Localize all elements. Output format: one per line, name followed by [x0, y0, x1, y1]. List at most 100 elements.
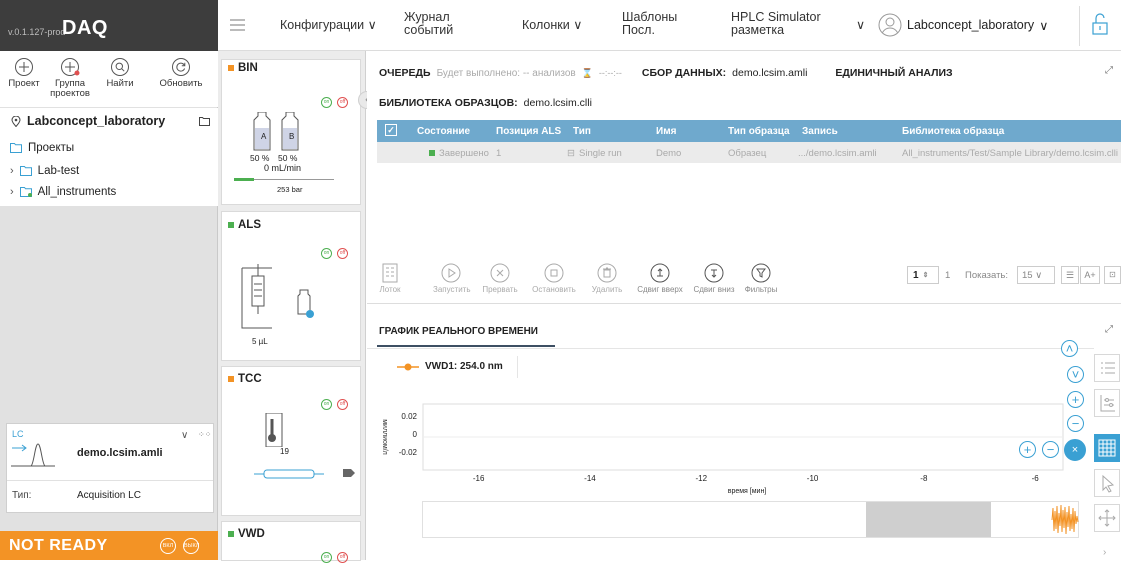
- zoom-in-x-button[interactable]: +: [1019, 441, 1036, 458]
- grid-toggle-button[interactable]: [1094, 434, 1120, 462]
- filters-button[interactable]: Фильтры: [741, 263, 781, 294]
- tray-button[interactable]: Лоток: [377, 263, 403, 294]
- delete-button[interactable]: Удалить: [587, 263, 627, 294]
- tree-header-label: Проекты: [28, 142, 75, 154]
- new-project-group-button[interactable]: Группа проектов: [48, 57, 92, 99]
- move-up-button[interactable]: Сдвиг вверх: [635, 263, 685, 294]
- zoom-out-x-button[interactable]: −: [1042, 441, 1059, 458]
- realtime-tab[interactable]: ГРАФИК РЕАЛЬНОГО ВРЕМЕНИ: [379, 326, 538, 342]
- chevron-down-icon[interactable]: ∨: [181, 430, 188, 441]
- time-overview[interactable]: [422, 501, 1079, 538]
- expand-icon[interactable]: ⤢: [1105, 65, 1113, 76]
- tree-item-all-instruments[interactable]: › All_instruments: [10, 186, 116, 198]
- als-on-button[interactable]: on: [321, 248, 332, 259]
- tag-icon[interactable]: [343, 468, 355, 478]
- user-menu[interactable]: Labconcept_laboratory ∨: [878, 13, 1048, 37]
- columns-button[interactable]: ☰: [1061, 266, 1079, 284]
- export-button[interactable]: ⊡: [1104, 266, 1121, 284]
- unlock-icon[interactable]: [1092, 12, 1108, 36]
- axis-settings-button[interactable]: [1094, 389, 1120, 417]
- nav-columns[interactable]: Колонки ∨: [522, 19, 582, 32]
- folder-edit-icon[interactable]: [199, 116, 210, 126]
- new-project-button[interactable]: Проект: [6, 57, 42, 89]
- queue-title: ОЧЕРЕДЬ: [379, 67, 431, 79]
- column-header[interactable]: Позиция ALS: [496, 126, 561, 137]
- move-down-button[interactable]: Сдвиг вниз: [689, 263, 739, 294]
- vwd-module[interactable]: VWD on off: [221, 521, 361, 563]
- tcc-on-button[interactable]: on: [321, 399, 332, 410]
- zoom-in-y-button[interactable]: +: [1067, 391, 1084, 408]
- plus-circle-icon: [61, 58, 80, 76]
- chevron-down-icon: ∨: [1035, 270, 1043, 281]
- pan-tool-button[interactable]: [1094, 504, 1120, 532]
- column-header[interactable]: Состояние: [417, 126, 470, 137]
- scroll-down-button[interactable]: ˅: [1067, 366, 1084, 383]
- nav-hplc-label: HPLC Simulator разметка: [731, 10, 821, 37]
- refresh-button[interactable]: Обновить: [156, 57, 206, 89]
- tcc-module[interactable]: TCC on off 19: [221, 366, 361, 516]
- table-row[interactable]: Завершено 1 ⊟ Single run Demo Образец ..…: [377, 142, 1121, 163]
- start-button[interactable]: Запустить: [433, 263, 471, 294]
- als-off-button[interactable]: off: [337, 248, 348, 259]
- action-label: Группа проектов: [50, 78, 90, 99]
- column-header[interactable]: Библиотека образца: [902, 126, 1004, 137]
- toolbar-label: Остановить: [532, 285, 576, 294]
- stepper-icon[interactable]: ⇕: [923, 271, 929, 279]
- bin-on-button[interactable]: on: [321, 97, 332, 108]
- font-size-button[interactable]: A+: [1080, 266, 1100, 284]
- tree-header[interactable]: Проекты: [10, 142, 74, 154]
- column-header[interactable]: Тип образца: [728, 126, 790, 137]
- cursor-icon: [1102, 474, 1115, 493]
- queue-pending: Будет выполнено: -- анализов: [436, 67, 576, 79]
- bin-module[interactable]: BIN on off A B 50 % 50 % 0 mL/min 253 ba…: [221, 59, 361, 205]
- chevron-right-icon[interactable]: ›: [10, 165, 14, 177]
- status-on-button[interactable]: ВКЛ: [160, 538, 176, 554]
- tcc-off-button[interactable]: off: [337, 399, 348, 410]
- overview-window[interactable]: [866, 502, 991, 537]
- tree-item-lab-test[interactable]: › Lab-test: [10, 165, 79, 177]
- find-button[interactable]: Найти: [102, 57, 138, 89]
- vwd-on-button[interactable]: on: [321, 552, 332, 563]
- status-off-button[interactable]: ВЫКЛ: [183, 538, 199, 554]
- pointer-tool-button[interactable]: [1094, 469, 1120, 497]
- scroll-up-button[interactable]: ˄: [1061, 340, 1078, 357]
- column-header[interactable]: Тип: [573, 126, 591, 137]
- cell-sample-type: Образец: [728, 148, 767, 159]
- hamburger-menu-icon[interactable]: [230, 19, 245, 31]
- queue-timer: --:--:--: [598, 68, 622, 78]
- nav-hplc-layout[interactable]: HPLC Simulator разметка: [731, 11, 831, 37]
- abort-button[interactable]: Прервать: [480, 263, 520, 294]
- select-all-checkbox[interactable]: ✓: [385, 124, 397, 136]
- lc-type-label: Тип:: [12, 490, 32, 501]
- chevron-right-icon[interactable]: ›: [10, 186, 14, 198]
- close-zoom-button[interactable]: ×: [1064, 439, 1086, 461]
- legend-toggle-button[interactable]: [1094, 354, 1120, 382]
- vwd-off-button[interactable]: off: [337, 552, 348, 563]
- grid-icon[interactable]: ⁘⁘: [198, 430, 211, 439]
- als-module[interactable]: ALS on off 5 µL: [221, 211, 361, 361]
- nav-templates[interactable]: Шаблоны Посл.: [622, 11, 682, 37]
- pressure-fill: [234, 178, 254, 181]
- lc-method-card[interactable]: LC demo.lcsim.amli ∨ ⁘⁘ Тип: Acquisition…: [6, 423, 214, 513]
- folder-icon: [19, 187, 32, 197]
- bin-off-button[interactable]: off: [337, 97, 348, 108]
- chevron-down-icon[interactable]: ∨: [856, 19, 865, 32]
- x-tick-label: -16: [473, 474, 485, 483]
- nav-journal-label: Журнал событий: [404, 10, 454, 37]
- nav-journal[interactable]: Журнал событий: [404, 11, 474, 37]
- nav-config[interactable]: Конфигурации ∨: [280, 19, 377, 32]
- single-analysis[interactable]: ЕДИНИЧНЫЙ АНАЛИЗ: [835, 67, 952, 79]
- collect-value[interactable]: demo.lcsim.amli: [732, 67, 807, 79]
- rows-per-page-select[interactable]: 15 ∨: [1017, 266, 1055, 284]
- realtime-chart[interactable]: миллиом/л 0.02 0 -0.02 -16 -14 -12 -10 -…: [367, 399, 1094, 504]
- page-input[interactable]: 1 ⇕: [907, 266, 939, 284]
- stop-button[interactable]: Остановить: [529, 263, 579, 294]
- column-header[interactable]: Имя: [656, 126, 676, 137]
- expand-icon[interactable]: ⤢: [1105, 324, 1113, 335]
- column-header[interactable]: Запись: [802, 126, 838, 137]
- chart-legend[interactable]: VWD1: 254.0 nm: [397, 361, 503, 372]
- current-project[interactable]: Labconcept_laboratory: [0, 108, 218, 134]
- chevron-right-icon[interactable]: ›: [1103, 547, 1106, 558]
- library-value[interactable]: demo.lcsim.clli: [524, 97, 592, 109]
- zoom-out-y-button[interactable]: −: [1067, 415, 1084, 432]
